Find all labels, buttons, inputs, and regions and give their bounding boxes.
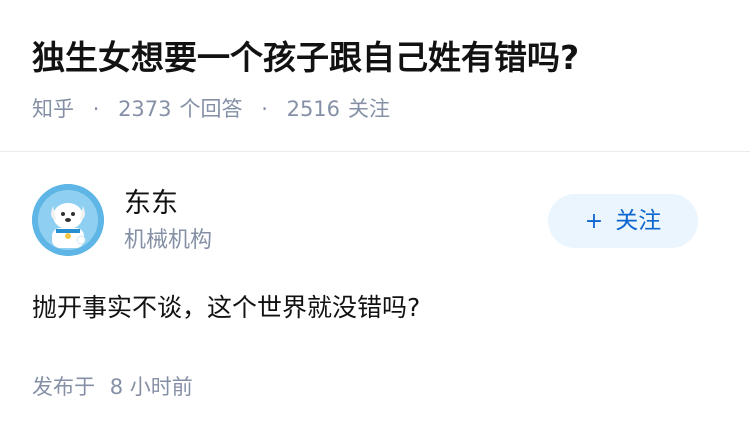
section-divider xyxy=(0,151,750,152)
meta-separator: · xyxy=(261,97,268,121)
question-meta: 知乎 · 2373 个回答 · 2516 关注 xyxy=(32,94,390,124)
answers-count[interactable]: 2373 xyxy=(118,97,171,121)
followers-unit[interactable]: 关注 xyxy=(348,97,390,121)
source-label[interactable]: 知乎 xyxy=(32,97,74,121)
question-title[interactable]: 独生女想要一个孩子跟自己姓有错吗? xyxy=(32,36,579,80)
question-header: 独生女想要一个孩子跟自己姓有错吗? 知乎 · 2373 个回答 · 2516 关注 xyxy=(0,0,750,152)
plus-icon: + xyxy=(584,209,604,234)
followers-count[interactable]: 2516 xyxy=(287,97,340,121)
author-name[interactable]: 东东 xyxy=(124,186,178,222)
follow-label: 关注 xyxy=(615,208,662,234)
author-headline: 机械机构 xyxy=(124,228,213,253)
answer-content[interactable]: 抛开事实不谈，这个世界就没错吗? xyxy=(32,288,420,328)
answers-unit[interactable]: 个回答 xyxy=(180,97,243,121)
zhihu-answer-page: 独生女想要一个孩子跟自己姓有错吗? 知乎 · 2373 个回答 · 2516 关注 xyxy=(0,0,750,438)
publish-prefix: 发布于 xyxy=(32,375,95,399)
answer-publish-time: 发布于 8 小时前 xyxy=(32,372,193,402)
dog-mascot-avatar-icon xyxy=(32,184,104,256)
follow-button[interactable]: + 关注 xyxy=(548,194,698,248)
author-info: 东东 机械机构 + 关注 xyxy=(32,184,718,264)
avatar[interactable] xyxy=(32,184,104,256)
publish-time: 8 小时前 xyxy=(109,375,193,399)
meta-separator: · xyxy=(92,97,100,121)
